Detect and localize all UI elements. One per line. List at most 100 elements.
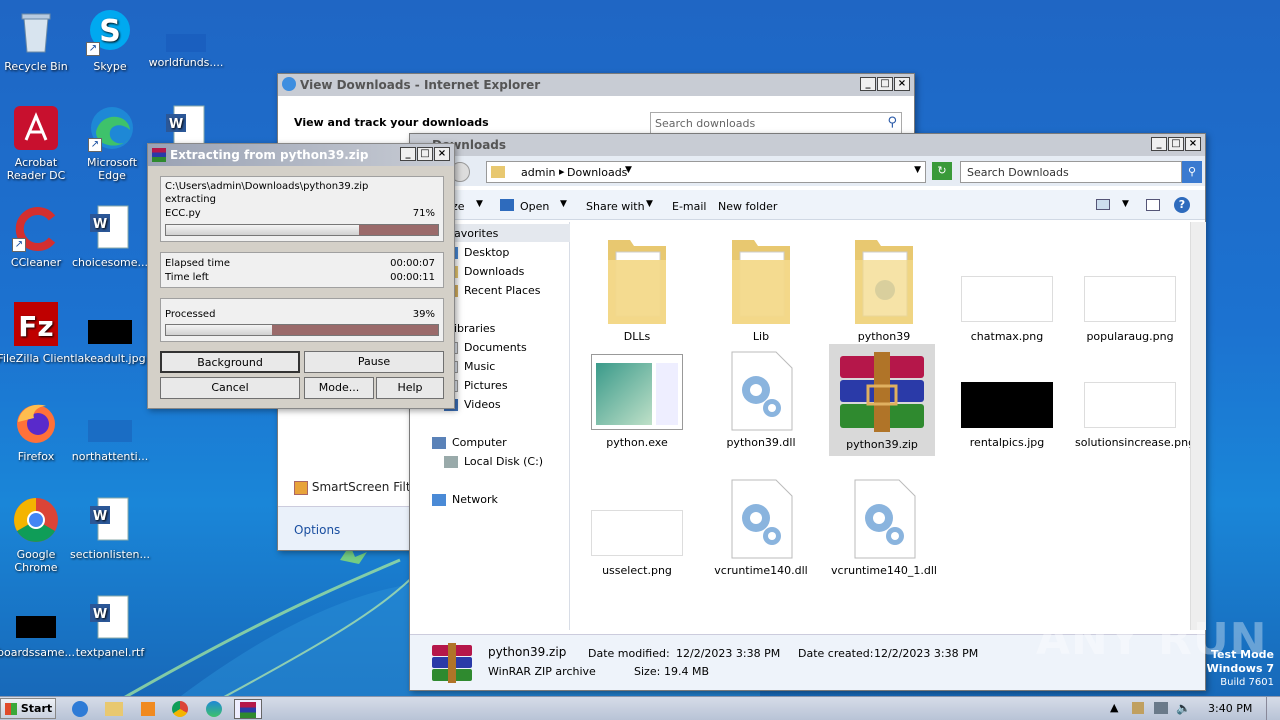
new-folder-button[interactable]: New folder: [718, 200, 777, 213]
ie-search-input[interactable]: Search downloads: [655, 117, 755, 130]
desktop-icon-skype[interactable]: S ↗ Skype: [70, 8, 150, 73]
desktop-icon-sectionlisten[interactable]: W sectionlisten...: [70, 496, 150, 561]
taskbar-ie-icon[interactable]: [66, 699, 94, 719]
close-button[interactable]: ×: [1185, 137, 1201, 151]
smartscreen-link[interactable]: SmartScreen Filte: [294, 480, 418, 495]
desktop-icon-boardssame[interactable]: boardssame...: [0, 594, 76, 659]
chevron-down-icon[interactable]: ▼: [1122, 199, 1129, 209]
nav-libraries[interactable]: ibraries: [454, 322, 495, 335]
nav-computer[interactable]: Computer: [432, 436, 507, 449]
open-button[interactable]: Open: [520, 200, 549, 213]
options-link[interactable]: Options: [294, 523, 340, 537]
os-build: Build 7601: [1220, 677, 1274, 688]
help-button[interactable]: Help: [376, 377, 444, 399]
details-modified-label: Date modified:: [588, 647, 670, 660]
taskbar-edge-icon[interactable]: [200, 699, 228, 719]
nav-downloads[interactable]: Downloads: [444, 265, 524, 278]
file-item-usselect[interactable]: usselect.png: [582, 478, 692, 577]
folder-icon: [602, 230, 672, 326]
ie-titlebar[interactable]: View Downloads - Internet Explorer _ □ ×: [278, 74, 914, 96]
details-size: 19.4 MB: [664, 665, 710, 678]
chevron-down-icon[interactable]: ▼: [914, 165, 921, 175]
desktop-icon-edge[interactable]: ↗ Microsoft Edge: [72, 104, 152, 182]
file-item-python39-zip[interactable]: python39.zip: [829, 344, 935, 456]
volume-icon[interactable]: 🔈: [1176, 701, 1191, 715]
file-item-python39-folder[interactable]: python39: [829, 230, 939, 343]
taskbar-explorer-icon[interactable]: [100, 699, 128, 719]
explorer-titlebar[interactable]: Downloads _ □ ×: [410, 134, 1205, 156]
clock[interactable]: 3:40 PM: [1208, 702, 1252, 715]
details-size-label: Size:: [634, 665, 661, 678]
file-item-rentalpics[interactable]: rentalpics.jpg: [952, 350, 1062, 449]
minimize-button[interactable]: _: [860, 77, 876, 91]
ie-search-box[interactable]: Search downloads ⚲: [650, 112, 902, 134]
vertical-scrollbar[interactable]: [1190, 222, 1206, 630]
maximize-button[interactable]: □: [877, 77, 893, 91]
action-center-icon[interactable]: [1132, 702, 1144, 714]
nav-recent[interactable]: Recent Places: [444, 284, 541, 297]
pause-button[interactable]: Pause: [304, 351, 444, 373]
breadcrumb-admin[interactable]: admin: [521, 166, 555, 179]
file-item-chatmax[interactable]: chatmax.png: [952, 230, 1062, 343]
start-button[interactable]: Start: [0, 698, 56, 719]
maximize-button[interactable]: □: [1168, 137, 1184, 151]
background-button[interactable]: Background: [160, 351, 300, 373]
desktop-icon-filezilla[interactable]: Fz FileZilla Client: [0, 300, 76, 365]
ie-icon: [282, 77, 296, 91]
address-box[interactable]: admin ▸ Downloads ▼ ▼: [486, 161, 926, 183]
desktop-icon-worldfunds[interactable]: worldfunds....: [146, 8, 226, 69]
file-item-python-exe[interactable]: python.exe: [582, 350, 692, 449]
close-button[interactable]: ×: [434, 147, 450, 161]
refresh-button[interactable]: ↻: [932, 162, 952, 180]
explorer-search-box[interactable]: Search Downloads: [960, 161, 1182, 183]
mode-button[interactable]: Mode...: [304, 377, 374, 399]
breadcrumb-downloads[interactable]: Downloads: [567, 166, 627, 179]
share-with-menu[interactable]: Share with: [586, 200, 645, 213]
show-hidden-icons-icon[interactable]: ▲: [1110, 701, 1118, 714]
file-progress-bar: [165, 224, 439, 236]
nav-local-disk[interactable]: Local Disk (C:): [444, 455, 543, 468]
taskbar-winrar-icon[interactable]: [234, 699, 262, 719]
desktop-icon-firefox[interactable]: Firefox: [0, 398, 76, 463]
file-item-dlls[interactable]: DLLs: [582, 230, 692, 343]
minimize-button[interactable]: _: [1151, 137, 1167, 151]
file-item-vcruntime140[interactable]: vcruntime140.dll: [706, 478, 816, 577]
minimize-button[interactable]: _: [400, 147, 416, 161]
file-item-popularaug[interactable]: popularaug.png: [1075, 230, 1185, 343]
maximize-button[interactable]: □: [417, 147, 433, 161]
file-item-python39-dll[interactable]: python39.dll: [706, 350, 816, 449]
search-icon[interactable]: ⚲: [887, 115, 897, 130]
preview-pane-icon[interactable]: [1146, 199, 1160, 211]
desktop-icon-acrobat[interactable]: Acrobat Reader DC: [0, 104, 76, 182]
file-item-vcruntime140-1[interactable]: vcruntime140_1.dll: [829, 478, 939, 577]
taskbar-media-player-icon[interactable]: [134, 699, 162, 719]
dll-gear-icon: [726, 478, 796, 560]
taskbar-chrome-icon[interactable]: [166, 699, 194, 719]
desktop-icon-ccleaner[interactable]: ↗ CCleaner: [0, 204, 76, 269]
chevron-down-icon[interactable]: ▼: [625, 165, 632, 175]
help-icon[interactable]: ?: [1174, 197, 1190, 213]
view-icon[interactable]: [1096, 199, 1110, 210]
desktop-icon-lakeadult[interactable]: lakeadult.jpg: [70, 300, 150, 365]
desktop-icon-chrome[interactable]: Google Chrome: [0, 496, 76, 574]
network-tray-icon[interactable]: [1154, 702, 1168, 714]
desktop-icon-northattenti[interactable]: northattenti...: [70, 398, 150, 463]
details-type: WinRAR ZIP archive: [488, 665, 596, 678]
show-desktop-button[interactable]: [1266, 697, 1280, 720]
cancel-button[interactable]: Cancel: [160, 377, 300, 399]
svg-text:S: S: [99, 14, 121, 49]
smartscreen-icon: [294, 480, 308, 495]
email-button[interactable]: E-mail: [672, 200, 707, 213]
file-item-lib[interactable]: Lib: [706, 230, 816, 343]
ie-heading: View and track your downloads: [294, 116, 489, 129]
desktop-icon-textpanel[interactable]: W textpanel.rtf: [70, 594, 150, 659]
extract-titlebar[interactable]: Extracting from python39.zip _ □ ×: [148, 144, 454, 166]
search-icon[interactable]: ⚲: [1182, 161, 1202, 183]
file-item-solutionsincrease[interactable]: solutionsincrease.png: [1075, 350, 1195, 449]
nav-network[interactable]: Network: [432, 493, 498, 506]
close-button[interactable]: ×: [894, 77, 910, 91]
explorer-search-input[interactable]: Search Downloads: [967, 166, 1069, 179]
desktop-icon-recycle-bin[interactable]: Recycle Bin: [0, 8, 76, 73]
nav-documents[interactable]: Documents: [444, 341, 527, 354]
desktop-icon-choicesome[interactable]: W choicesome...: [70, 204, 150, 269]
